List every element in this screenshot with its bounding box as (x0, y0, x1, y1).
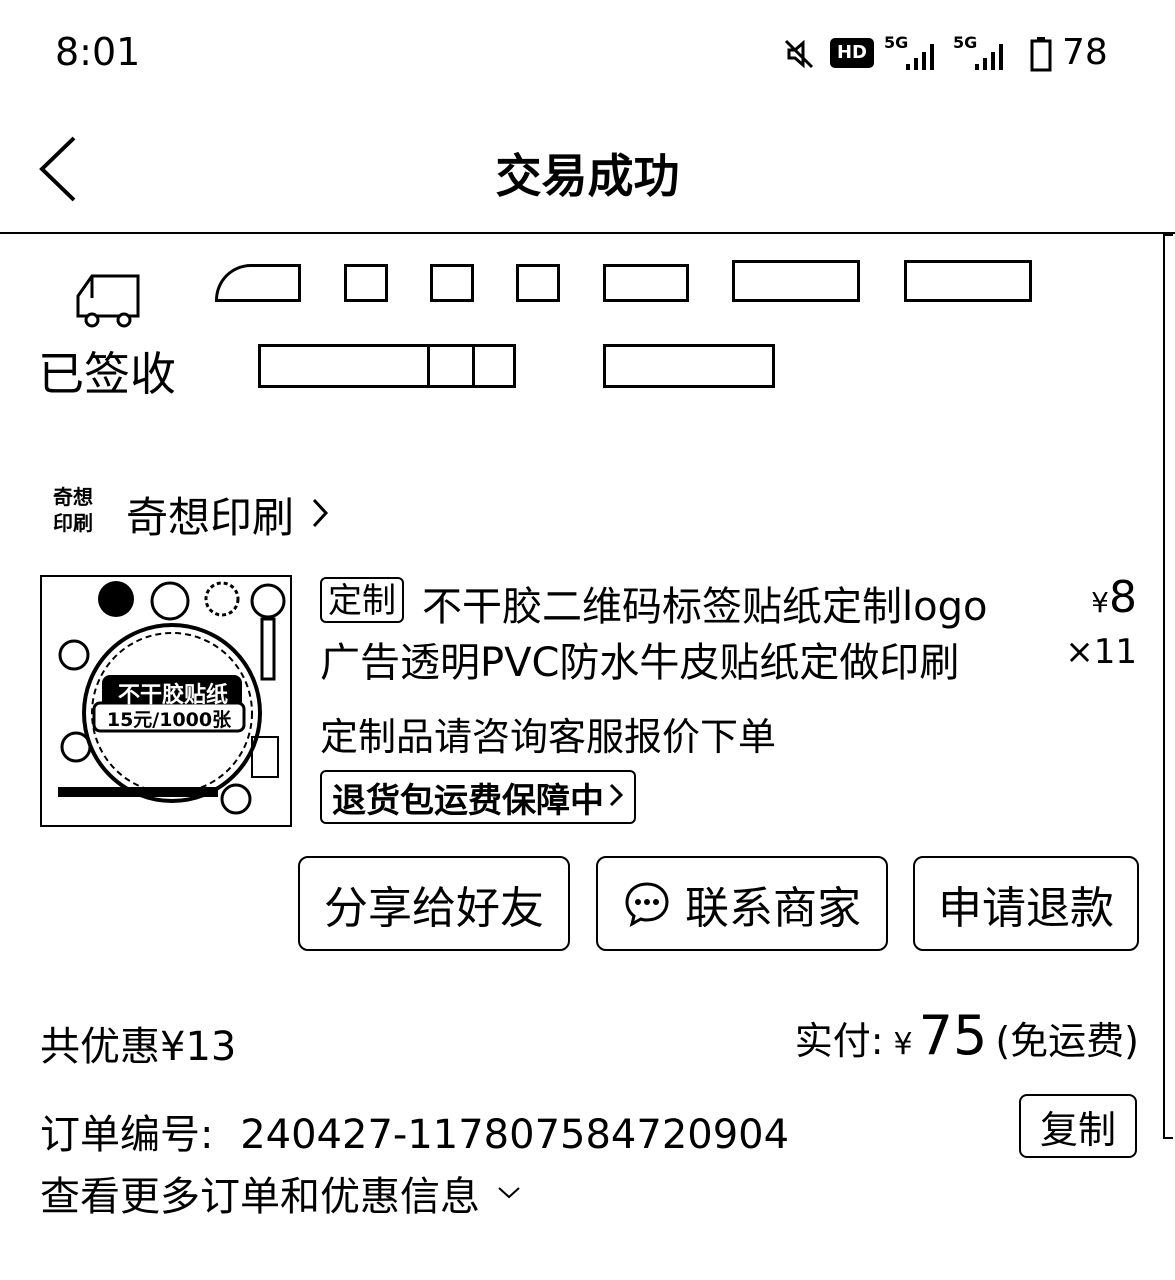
shipping-note: (免运费) (995, 1019, 1139, 1063)
redacted-block (732, 260, 860, 302)
shop-name: 奇想印刷 (126, 493, 295, 542)
order-number: 240427-117807584720904 (240, 1112, 790, 1158)
product-spec: 定制品请咨询客服报价下单 (320, 715, 777, 759)
shop-name-link[interactable]: 奇想印刷 (126, 484, 330, 545)
price-currency: ¥ (1091, 586, 1109, 619)
more-order-info-link[interactable]: 查看更多订单和优惠信息 (40, 1164, 522, 1222)
shop-logo: 奇想印刷 (53, 485, 93, 535)
hd-icon: HD (830, 38, 874, 68)
more-order-info-label: 查看更多订单和优惠信息 (40, 1174, 480, 1220)
redacted-block (215, 264, 301, 302)
redacted-block (603, 344, 775, 388)
chevron-right-icon (608, 782, 624, 812)
redacted-block (472, 344, 516, 388)
logistics-status[interactable]: 已签收 (38, 338, 176, 404)
contact-seller-button[interactable]: 联系商家 (596, 856, 888, 951)
product-thumbnail[interactable]: 不干胶贴纸 15元/1000张 (40, 575, 292, 827)
battery-level: 78 (1062, 32, 1108, 73)
custom-tag: 定制 (320, 577, 404, 623)
chat-bubble-icon (623, 880, 671, 928)
scroll-indicator (1163, 234, 1173, 1139)
redacted-block (516, 264, 560, 302)
discount-total: 共优惠¥13 (40, 1024, 237, 1070)
product-title-2[interactable]: 广告透明PVC防水牛皮贴纸定做印刷 (320, 630, 959, 688)
price-value: 8 (1109, 572, 1137, 623)
order-number-label: 订单编号: (40, 1112, 214, 1158)
order-number-row: 订单编号: 240427-117807584720904 (40, 1102, 789, 1160)
copy-button[interactable]: 复制 (1019, 1094, 1137, 1158)
thumbnail-text-2: 15元/1000张 (106, 709, 232, 731)
redacted-block (904, 260, 1032, 302)
redacted-block (344, 264, 388, 302)
request-refund-button[interactable]: 申请退款 (913, 856, 1139, 951)
share-button-label: 分享给好友 (324, 882, 544, 934)
signal-icon (904, 40, 940, 76)
status-time: 8:01 (55, 30, 141, 74)
paid-currency: ¥ (893, 1027, 913, 1062)
copy-button-label: 复制 (1039, 1107, 1116, 1152)
chevron-right-icon (310, 496, 330, 534)
paid-value: 75 (918, 1004, 988, 1067)
truck-icon (70, 268, 144, 334)
redacted-block (430, 264, 474, 302)
signal-icon-2 (973, 40, 1009, 76)
share-button[interactable]: 分享给好友 (298, 856, 570, 951)
product-quantity: ×11 (1065, 632, 1137, 672)
product-price: ¥8 (1091, 572, 1137, 623)
chevron-down-icon (496, 1185, 522, 1201)
paid-amount: 实付: ¥ 75 (免运费) (795, 1004, 1139, 1067)
nav-header: 交易成功 (0, 110, 1175, 234)
status-bar: 8:01 HD 5G 5G 78 (0, 0, 1175, 110)
contact-seller-label: 联系商家 (685, 882, 861, 934)
return-insurance-text: 退货包运费保障中 (332, 780, 604, 821)
product-title-1[interactable]: 不干胶二维码标签贴纸定制logo (422, 574, 987, 632)
redacted-block (603, 264, 689, 302)
page-title: 交易成功 (495, 149, 680, 203)
request-refund-label: 申请退款 (938, 882, 1114, 934)
paid-label: 实付: (794, 1019, 884, 1063)
redacted-block (258, 344, 430, 388)
mute-icon (783, 38, 815, 74)
return-insurance-badge[interactable]: 退货包运费保障中 (320, 770, 636, 824)
battery-icon (1030, 36, 1052, 76)
redacted-block (427, 344, 475, 388)
